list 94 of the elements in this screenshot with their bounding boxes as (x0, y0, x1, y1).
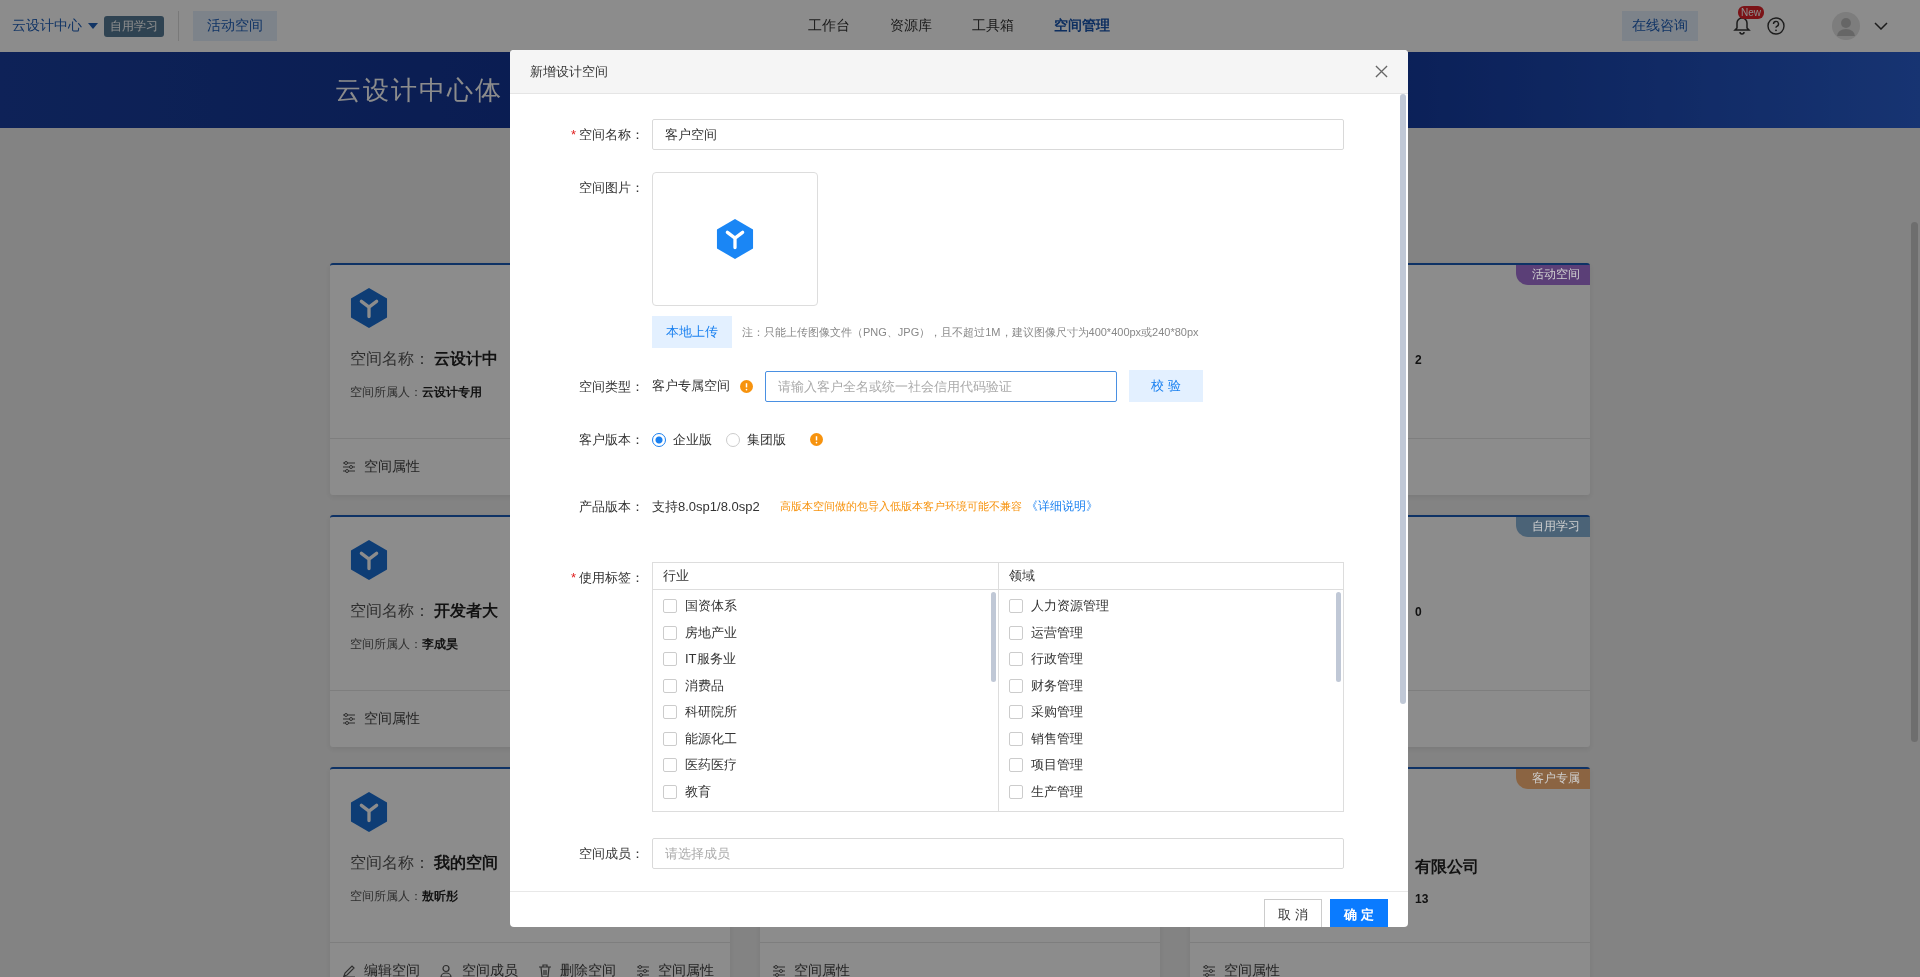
field-label: * 空间名称： (569, 126, 645, 144)
tag-checkbox[interactable]: 国资体系 (663, 593, 988, 620)
space-tag: 活动空间 (1516, 265, 1590, 285)
cancel-button[interactable]: 取 消 (1264, 899, 1322, 927)
field-label: 产品版本： (578, 498, 645, 516)
tag-checkbox[interactable]: 科研院所 (663, 699, 988, 726)
space-name: 有限公司 (1415, 857, 1479, 877)
tag-checkbox[interactable]: 教育 (663, 778, 988, 805)
list-scrollbar[interactable] (990, 592, 996, 682)
tag-checkbox[interactable]: 房地产业 (663, 619, 988, 646)
sliders-icon (342, 460, 356, 474)
nav-link[interactable]: 工作台 (808, 17, 850, 35)
compatibility-warning: 高版本空间做的包导入低版本客户环境可能不兼容 (779, 499, 1022, 514)
tag-checkbox[interactable]: 财务管理 (1008, 672, 1333, 699)
tag-checkbox[interactable]: 销售管理 (1008, 725, 1333, 752)
close-icon[interactable] (1375, 65, 1388, 78)
ok-button[interactable]: 确 定 (1330, 899, 1388, 927)
card-action[interactable]: 空间属性 (772, 962, 850, 977)
tag-checkbox[interactable]: 采购管理 (1008, 699, 1333, 726)
nav-link[interactable]: 资源库 (890, 17, 932, 35)
field-label: 空间成员： (578, 845, 645, 863)
space-name: 云设计中 (434, 349, 498, 369)
upload-button[interactable]: 本地上传 (652, 316, 732, 348)
info-icon[interactable] (810, 433, 823, 446)
owner-value: 云设计专用 (422, 384, 482, 401)
info-icon[interactable] (740, 379, 753, 393)
field-label: 空间图片： (578, 179, 645, 197)
sliders-icon (342, 712, 356, 726)
name-label: 空间名称： (350, 601, 430, 621)
field-label: * 使用标签： (569, 569, 645, 587)
owner-label: 空间所属人： (350, 384, 422, 401)
card-action[interactable]: 空间属性 (342, 710, 420, 728)
cube-logo-icon (350, 539, 388, 581)
trash-icon (538, 964, 552, 977)
card-action[interactable]: 空间属性 (342, 458, 420, 476)
owner-value: 李成昊 (422, 636, 458, 653)
product-version-value: 支持8.0sp1/8.0sp2 (652, 497, 760, 516)
dialog-title: 新增设计空间 (530, 62, 608, 81)
space-tag: 客户专属 (1516, 769, 1590, 789)
space-tag: 自用学习 (1516, 517, 1590, 537)
bell-icon[interactable] (1732, 16, 1752, 36)
tag-checkbox[interactable]: 能源化工 (663, 725, 988, 752)
user-icon (440, 964, 454, 977)
edition-radio[interactable]: 集团版 (726, 430, 786, 449)
dialog-scrollbar[interactable] (1400, 94, 1406, 704)
space-name: 开发者大 (434, 601, 498, 621)
space-type-value: 客户专属空间 (652, 377, 730, 395)
space-name-input[interactable]: 客户空间 (652, 119, 1344, 150)
owner-value: 0 (1415, 605, 1422, 619)
tag-checkbox[interactable]: IT服务业 (663, 646, 988, 673)
org-badge: 自用学习 (104, 15, 164, 37)
members-input[interactable]: 请选择成员 (652, 838, 1344, 869)
caret-icon (88, 23, 98, 29)
tag-checkbox[interactable]: 医药医疗 (663, 752, 988, 779)
list-scrollbar[interactable] (1336, 592, 1341, 682)
details-link[interactable]: 《详细说明》 (1025, 498, 1098, 515)
column-header: 领域 (1008, 567, 1035, 585)
banner-title: 云设计中心体 (335, 73, 503, 107)
tag-checkbox[interactable]: 生产管理 (1008, 778, 1333, 805)
cube-logo-icon (716, 218, 754, 260)
field-label: 空间类型： (578, 377, 645, 396)
pencil-icon (342, 964, 356, 977)
name-label: 空间名称： (350, 349, 430, 369)
upload-note: 注：只能上传图像文件（PNG、JPG），且不超过1M，建议图像尺寸为400*400px或240*80px (742, 324, 1199, 340)
tag-checkbox[interactable]: 行政管理 (1008, 646, 1333, 673)
cube-logo-icon (350, 287, 388, 329)
card-action[interactable]: 空间成员 (440, 962, 518, 977)
tag-checkbox[interactable]: 消费品 (663, 672, 988, 699)
name-label: 空间名称： (350, 853, 430, 873)
cube-logo-icon (350, 791, 388, 833)
card-action[interactable]: 删除空间 (538, 962, 616, 977)
space-name: 我的空间 (434, 853, 498, 873)
avatar-icon[interactable] (1832, 12, 1860, 40)
help-icon[interactable] (1766, 16, 1786, 36)
nav-link[interactable]: 空间管理 (1054, 17, 1110, 35)
column-header: 行业 (663, 567, 689, 585)
new-badge: New (1738, 6, 1764, 19)
card-action[interactable]: 编辑空间 (342, 962, 420, 977)
owner-value: 敖昕彤 (422, 888, 458, 905)
tag-checkbox[interactable]: 人力资源管理 (1008, 593, 1333, 620)
chevron-down-icon[interactable] (1874, 22, 1888, 30)
edition-radio[interactable]: 企业版 (652, 430, 712, 449)
verify-button[interactable]: 校 验 (1129, 370, 1203, 402)
tag-checkbox[interactable]: 运营管理 (1008, 619, 1333, 646)
card-action[interactable]: 空间属性 (1202, 962, 1280, 977)
owner-label: 空间所属人： (350, 636, 422, 653)
owner-value: 13 (1415, 892, 1429, 906)
field-label: 客户版本： (578, 431, 645, 449)
nav-link[interactable]: 工具箱 (972, 17, 1014, 35)
card-action[interactable]: 空间属性 (636, 962, 714, 977)
owner-value: 2 (1415, 353, 1422, 367)
owner-label: 空间所属人： (350, 888, 422, 905)
tag-checkbox[interactable]: 项目管理 (1008, 752, 1333, 779)
org-switcher[interactable]: 云设计中心 (12, 17, 82, 35)
